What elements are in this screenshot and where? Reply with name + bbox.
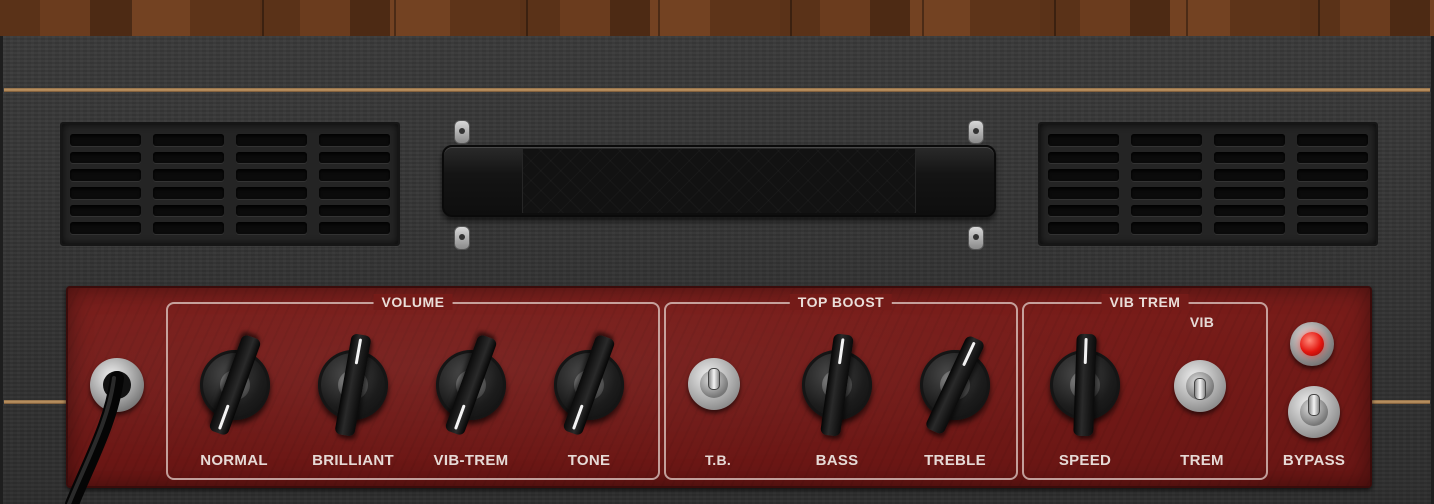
vent-slot <box>1214 222 1285 234</box>
vent-slot <box>153 222 224 234</box>
vent-slot <box>70 187 141 199</box>
vib-trem-switch[interactable] <box>1174 360 1226 412</box>
handle-strap <box>522 149 916 213</box>
vent-slot <box>1131 187 1202 199</box>
vent-slot <box>70 204 141 217</box>
tone-knob[interactable] <box>552 333 626 437</box>
handle-bracket-icon <box>968 226 984 250</box>
vent-slot <box>236 134 307 146</box>
vent-slot <box>1297 222 1368 234</box>
vent-slot <box>153 151 224 164</box>
vent-slot <box>1048 134 1119 146</box>
vent-slot <box>1297 151 1368 164</box>
power-led-icon <box>1290 322 1334 366</box>
vent-slot <box>153 134 224 146</box>
top-boost-section-title: TOP BOOST <box>789 294 893 310</box>
treble-label: TREBLE <box>924 452 986 469</box>
vent-slot <box>1214 204 1285 217</box>
bass-label: BASS <box>815 452 859 469</box>
vent-slot <box>319 204 390 217</box>
vib-trem-section-title: VIB TREM <box>1101 294 1189 310</box>
vent-slot <box>1131 151 1202 164</box>
vent-slot <box>319 222 390 234</box>
vent-grille-right <box>1038 122 1378 246</box>
vent-slot <box>319 134 390 146</box>
normal-volume-knob[interactable] <box>198 333 272 437</box>
vent-slot <box>1048 204 1119 217</box>
vent-slot <box>1048 222 1119 234</box>
vent-slot <box>236 222 307 234</box>
vent-slot <box>236 151 307 164</box>
cabinet-piping-right <box>1372 400 1430 404</box>
handle-bracket-icon <box>454 226 470 250</box>
trem-switch-label: TREM <box>1180 452 1224 469</box>
vent-slot <box>1297 187 1368 199</box>
bypass-label: BYPASS <box>1282 452 1346 469</box>
vent-slot <box>1297 204 1368 217</box>
input-jack-icon[interactable] <box>90 358 144 412</box>
vent-slot <box>1048 151 1119 164</box>
top-boost-switch[interactable] <box>688 358 740 410</box>
vent-slot <box>1297 169 1368 181</box>
vent-slot <box>1131 222 1202 234</box>
vent-slot <box>1131 169 1202 181</box>
vent-slot <box>1214 134 1285 146</box>
cabinet-piping-left <box>4 400 68 404</box>
vent-slot <box>153 187 224 199</box>
carry-handle-icon <box>442 145 996 217</box>
vent-slot <box>1214 151 1285 164</box>
vent-slot <box>1214 169 1285 181</box>
handle-bracket-icon <box>454 120 470 144</box>
volume-section-title: VOLUME <box>373 294 453 310</box>
vent-slot <box>1048 187 1119 199</box>
vent-slot <box>236 187 307 199</box>
normal-volume-label: NORMAL <box>200 452 268 469</box>
vent-slot <box>319 187 390 199</box>
vib-trem-volume-knob[interactable] <box>434 333 508 437</box>
speed-knob[interactable] <box>1048 333 1122 437</box>
wood-shelf <box>0 0 1434 36</box>
vent-slot <box>319 151 390 164</box>
vent-slot <box>70 151 141 164</box>
vent-slot <box>70 222 141 234</box>
cabinet-piping-top <box>4 88 1430 92</box>
vent-slot <box>1214 187 1285 199</box>
tone-label: TONE <box>567 452 611 469</box>
handle-bracket-icon <box>968 120 984 144</box>
vent-slot <box>1131 204 1202 217</box>
vent-slot <box>153 169 224 181</box>
vent-slot <box>153 204 224 217</box>
brilliant-volume-label: BRILLIANT <box>312 452 394 469</box>
speed-label: SPEED <box>1058 452 1112 469</box>
vent-slot <box>1297 134 1368 146</box>
bass-knob[interactable] <box>800 333 874 437</box>
vib-switch-label: VIB <box>1189 314 1215 330</box>
vent-slot <box>319 169 390 181</box>
vib-trem-volume-label: VIB-TREM <box>433 452 509 469</box>
treble-knob[interactable] <box>918 334 992 436</box>
brilliant-volume-knob[interactable] <box>316 333 390 437</box>
vent-slot <box>70 134 141 146</box>
vent-slot <box>236 204 307 217</box>
bypass-switch[interactable] <box>1288 386 1340 438</box>
vent-slot <box>70 169 141 181</box>
top-boost-switch-label: T.B. <box>704 452 732 468</box>
vent-grille-left <box>60 122 400 246</box>
vent-slot <box>1131 134 1202 146</box>
vent-slot <box>236 169 307 181</box>
vent-slot <box>1048 169 1119 181</box>
